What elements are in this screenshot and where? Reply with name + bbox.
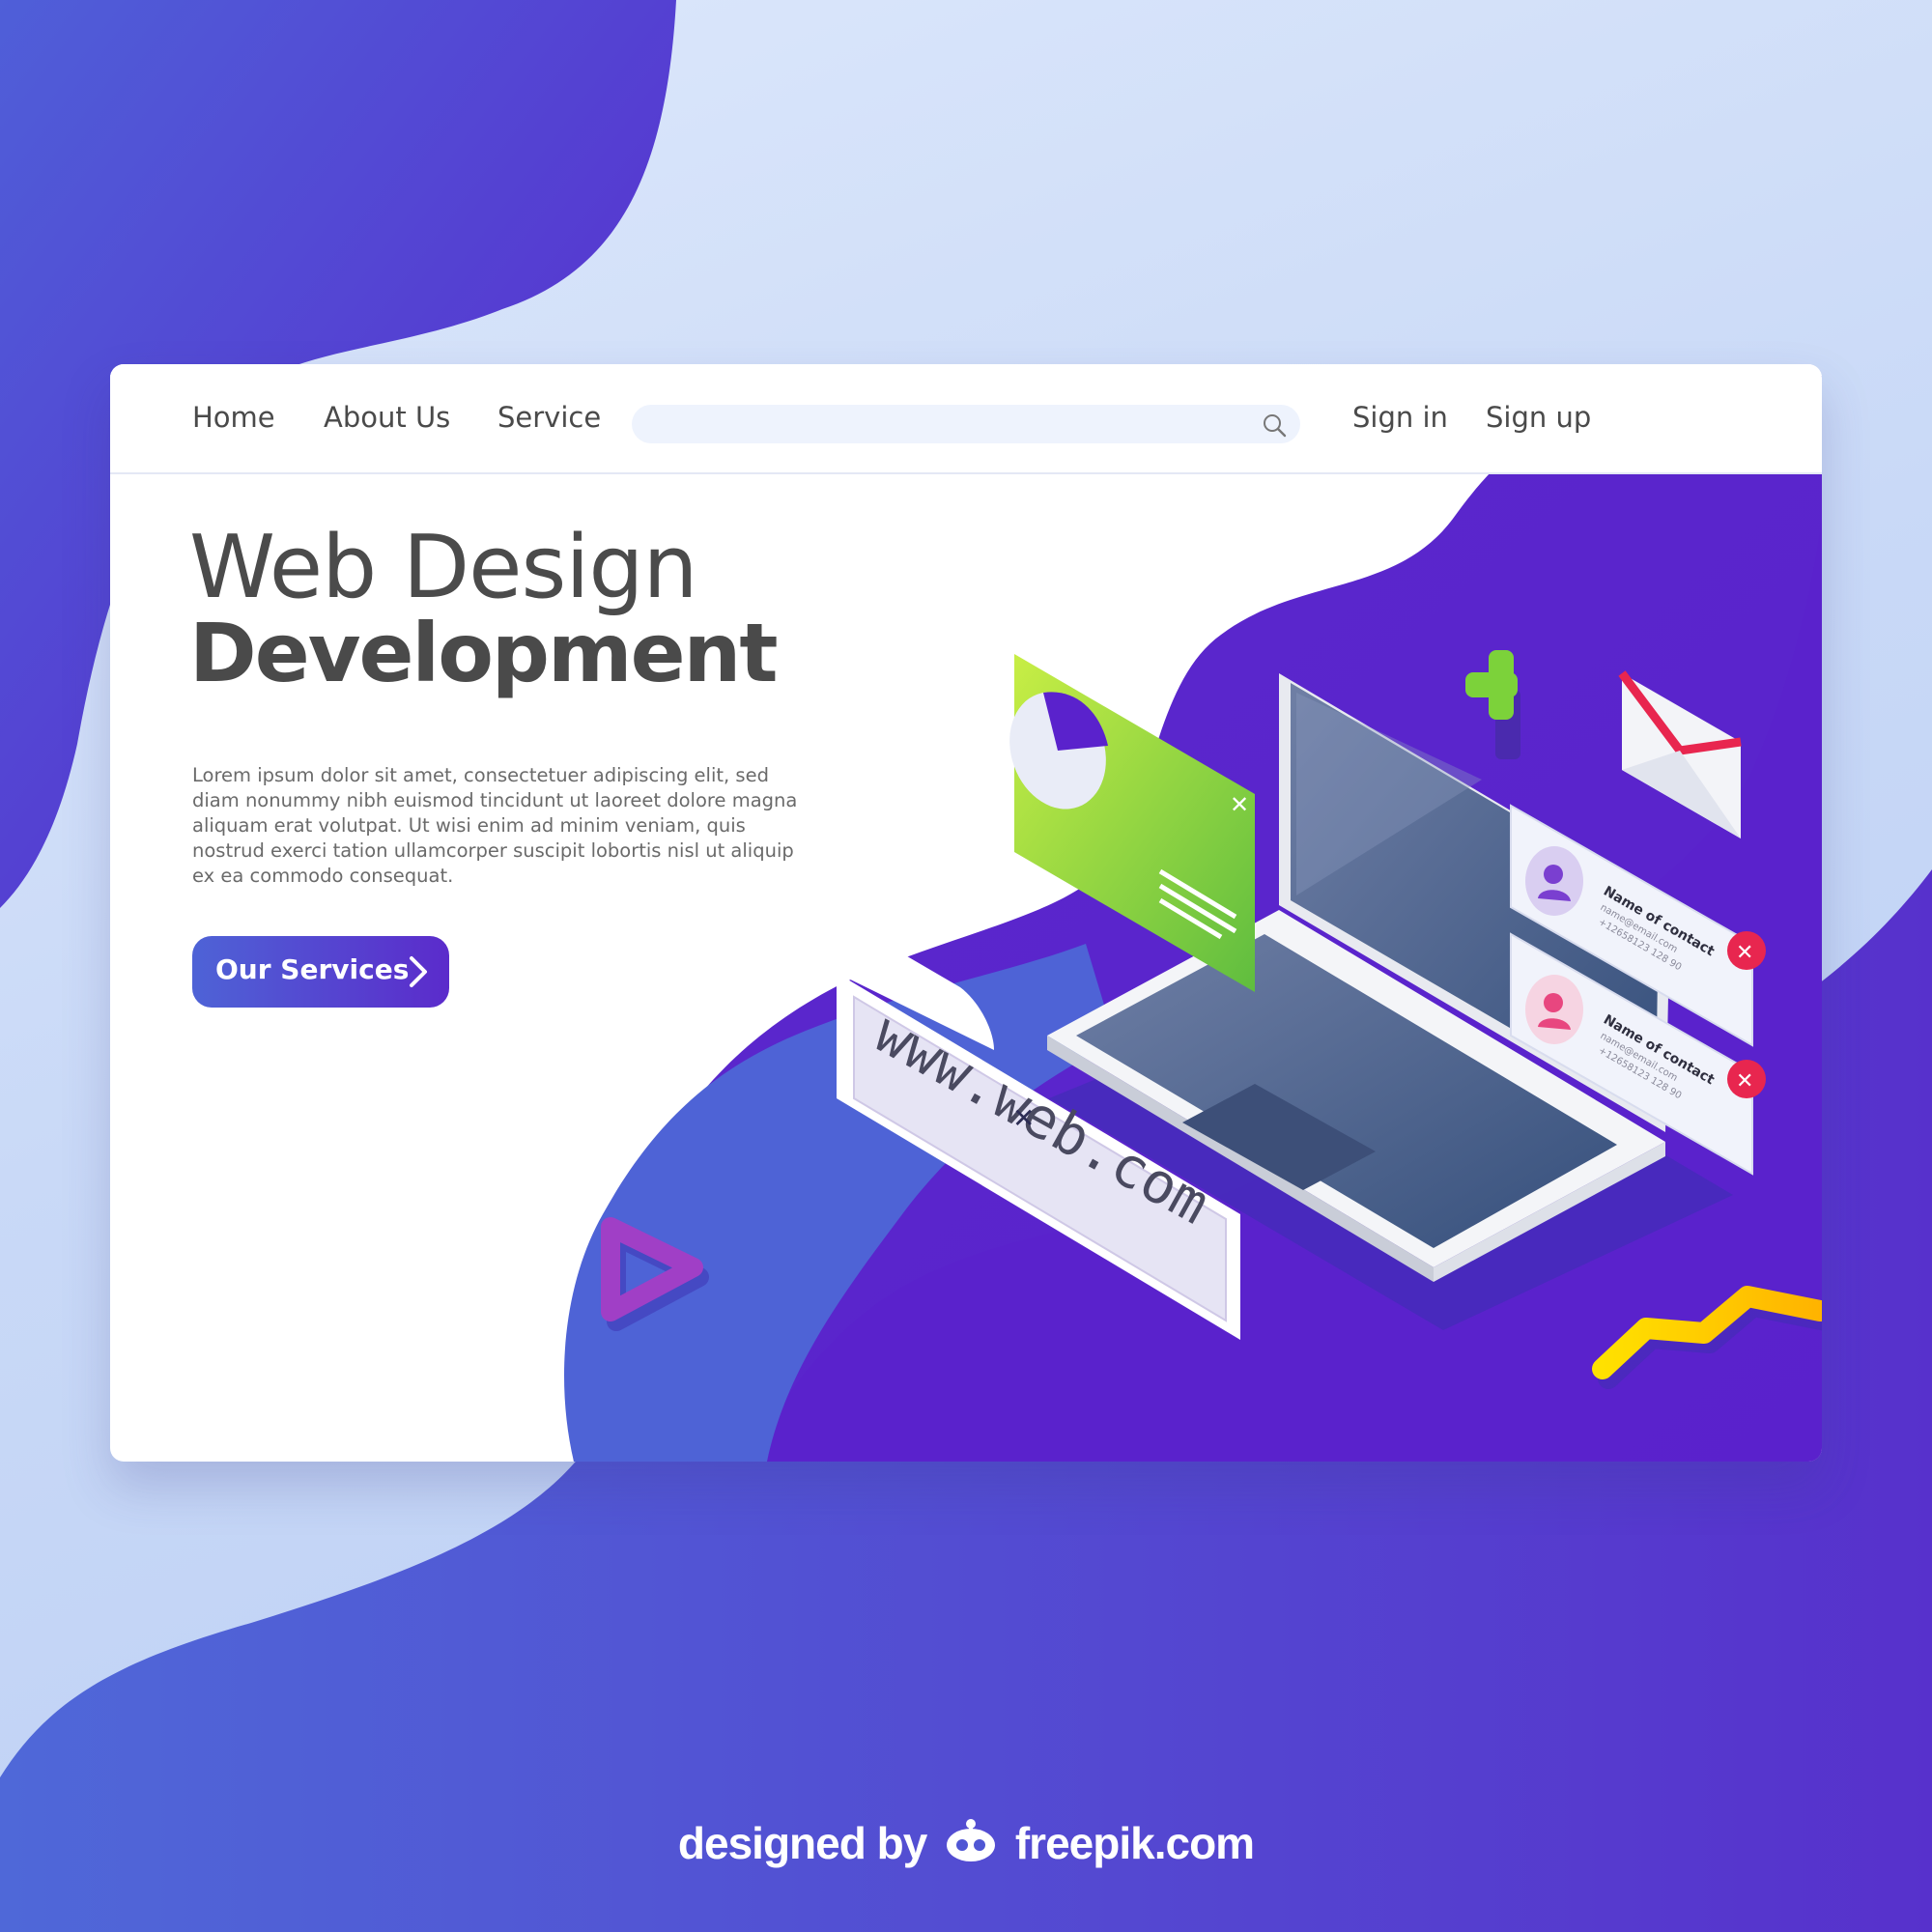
url-close-icon: ✕ bbox=[1012, 1102, 1035, 1134]
search-input[interactable] bbox=[651, 405, 1235, 445]
credit-brand: freepik.com bbox=[1014, 1818, 1255, 1868]
freepik-logo-icon bbox=[947, 1819, 996, 1861]
our-services-button[interactable]: Our Services bbox=[192, 936, 449, 1008]
top-navbar: Home About Us Service Sign in Sign up bbox=[110, 364, 1822, 474]
hero-title-line-1: Web Design bbox=[189, 517, 698, 618]
remove-contact-icon: ✕ bbox=[1736, 941, 1753, 965]
search-icon[interactable] bbox=[1262, 412, 1287, 438]
nav-service[interactable]: Service bbox=[497, 401, 601, 434]
nav-home[interactable]: Home bbox=[192, 401, 275, 434]
freepik-credit: designed by freepik.com bbox=[0, 1816, 1932, 1869]
search-bar bbox=[632, 405, 1300, 445]
remove-contact-icon: ✕ bbox=[1736, 1069, 1753, 1094]
cta-label: Our Services bbox=[215, 953, 410, 985]
chevron-right-icon bbox=[410, 956, 427, 987]
credit-prefix: designed by bbox=[677, 1818, 927, 1868]
sign-in-link[interactable]: Sign in bbox=[1352, 401, 1448, 434]
nav-about-us[interactable]: About Us bbox=[324, 401, 450, 434]
hero-description: Lorem ipsum dolor sit amet, consectetuer… bbox=[192, 764, 798, 887]
hero-title-line-2: Development bbox=[189, 606, 779, 700]
sign-up-link[interactable]: Sign up bbox=[1486, 401, 1591, 434]
chart-card-close-icon: ✕ bbox=[1230, 791, 1249, 818]
landing-card: ✕ www.web.com ✕ Name of contact name@ema… bbox=[110, 364, 1822, 1462]
